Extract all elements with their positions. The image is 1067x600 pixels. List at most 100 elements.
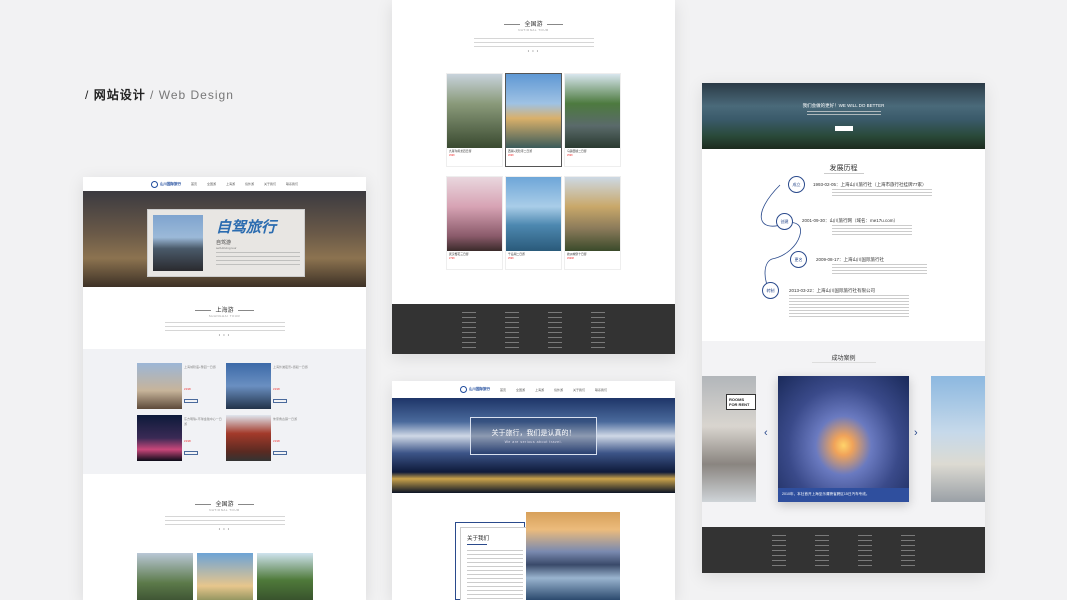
rooms-sign-text: ROOMS FOR RENT xyxy=(729,397,750,407)
left-national-dots: • • • xyxy=(218,526,231,531)
sh-item-4-button[interactable] xyxy=(273,451,287,455)
mid-hero-sub: We are serious about travel. xyxy=(504,440,563,444)
carousel-next-icon[interactable]: › xyxy=(914,427,918,439)
tour-card-2[interactable]: 西湖+灵隐寺二日游 ¥698 xyxy=(505,73,562,167)
left-national-img-1[interactable] xyxy=(137,553,193,600)
tour-card-1[interactable]: 九寨沟黄龙四日游 ¥998 xyxy=(446,73,503,167)
site-logo[interactable]: 山川国际旅行 xyxy=(150,180,181,188)
shanghai-title: 上海游 xyxy=(83,305,366,314)
case-left-image[interactable]: ROOMS FOR RENT xyxy=(702,376,756,502)
mid-nav-shanghai[interactable]: 上海游 xyxy=(535,388,544,392)
right-hero-button[interactable] xyxy=(835,126,853,131)
tour-card-6-price: ¥9998 xyxy=(567,257,574,260)
sh-item-4-image xyxy=(226,415,271,461)
timeline-node-4[interactable]: 转制 xyxy=(762,282,779,299)
sh-item-3-button[interactable] xyxy=(184,451,198,455)
right-hero-desc xyxy=(807,111,881,117)
right-footer-col-3 xyxy=(858,535,872,567)
right-footer xyxy=(702,527,985,573)
banner-desc xyxy=(216,252,300,266)
shanghai-sub: SHANGHAI TOUR xyxy=(208,314,241,318)
timeline-node-1[interactable]: 成立 xyxy=(788,176,805,193)
sh-item-1-price: ¥198 xyxy=(184,387,191,391)
tour-card-3[interactable]: 乌镇西塘二日游 ¥598 xyxy=(564,73,621,167)
right-hero-text: 我们会做的更好！WE WILL DO BETTER xyxy=(802,103,885,108)
tour-card-2-price: ¥698 xyxy=(508,154,514,157)
sh-item-2-button[interactable] xyxy=(273,399,287,403)
sh-item-3-price: ¥198 xyxy=(184,439,191,443)
mid-nav-contact[interactable]: 联系我们 xyxy=(595,388,607,392)
logo-icon xyxy=(150,180,158,188)
case-main-card[interactable]: 2010年，本社首开上海至乐清跨省跨区15日汽车专线。 xyxy=(778,376,909,502)
banner-sub: 自驾游 xyxy=(216,240,232,246)
sh-item-4[interactable]: 朱家角古镇一日游 ¥198 xyxy=(226,415,310,461)
nav-about[interactable]: 关于我们 xyxy=(264,182,276,186)
sh-item-3[interactable]: 东方明珠+环球金融中心一日游 ¥198 xyxy=(137,415,222,461)
carousel-prev-icon[interactable]: ‹ xyxy=(764,427,768,439)
sh-item-3-caption: 东方明珠+环球金融中心一日游 xyxy=(184,417,222,426)
sh-item-3-image xyxy=(137,415,182,461)
sh-item-1[interactable]: 上海城隍庙+豫园一日游 ¥198 xyxy=(137,363,221,409)
footer-col-1 xyxy=(462,312,476,348)
sh-item-2-caption: 上海外滩夜景+游船一日游 xyxy=(273,365,308,369)
tour-card-6[interactable]: 欧洲城堡十日游 ¥9998 xyxy=(564,176,621,270)
sh-item-1-button[interactable] xyxy=(184,399,198,403)
section-heading: / 网站设计 / Web Design xyxy=(85,86,234,103)
cases-title: 成功案例 xyxy=(831,356,856,362)
mid-nav-about[interactable]: 关于我们 xyxy=(573,388,585,392)
right-footer-col-4 xyxy=(901,535,915,567)
left-national-desc xyxy=(164,516,285,526)
sh-item-1-image xyxy=(137,363,182,409)
mid-national-sub: NATIONAL TOUR xyxy=(518,28,549,32)
slash-en: / xyxy=(150,88,159,102)
tour-card-4[interactable]: 武汉樱花三日游 ¥798 xyxy=(446,176,503,270)
about-desc xyxy=(467,550,523,600)
slash: / xyxy=(85,88,90,102)
tour-card-5-image xyxy=(506,177,561,251)
tour-card-3-image xyxy=(565,74,620,148)
timeline-date-4: 2013-03-22：上海山川国际旅行社有限公司 xyxy=(789,288,876,293)
mid-national-desc xyxy=(473,38,594,48)
mid-national-section: 全国游 NATIONAL TOUR • • • xyxy=(392,19,675,53)
left-page-screenshot: 山川国际旅行 首页 全国游 上海游 境外游 关于我们 联系我们 自驾旅行 自驾游… xyxy=(83,177,366,600)
timeline-node-2[interactable]: 创建 xyxy=(776,213,793,230)
case-right-image[interactable] xyxy=(931,376,985,502)
banner-en: self-driving tour xyxy=(216,246,237,250)
nav-national[interactable]: 全国游 xyxy=(207,182,216,186)
nav-home[interactable]: 首页 xyxy=(191,182,197,186)
mid-logo-text: 山川国际旅行 xyxy=(468,387,490,391)
heading-en: Web Design xyxy=(158,88,234,102)
mid-hero-title: 关于旅行，我们是认真的！ xyxy=(491,430,576,437)
history-title: 发展历程 xyxy=(829,165,858,172)
nav-contact[interactable]: 联系我们 xyxy=(286,182,298,186)
shanghai-desc xyxy=(164,322,285,332)
timeline-node-3[interactable]: 更名 xyxy=(790,251,807,268)
mid-nav-abroad[interactable]: 境外游 xyxy=(554,388,563,392)
timeline-desc-1 xyxy=(832,189,932,197)
tour-card-3-price: ¥598 xyxy=(567,154,573,157)
hero-banner: 自驾旅行 自驾游 self-driving tour xyxy=(83,191,366,287)
left-national-img-2[interactable] xyxy=(197,553,253,600)
top-nav: 山川国际旅行 首页 全国游 上海游 境外游 关于我们 联系我们 xyxy=(83,177,366,191)
right-footer-col-2 xyxy=(815,535,829,567)
tour-card-4-price: ¥798 xyxy=(449,257,455,260)
mid-top-footer xyxy=(392,304,675,354)
left-national-img-3[interactable] xyxy=(257,553,313,600)
tour-card-5-price: ¥598 xyxy=(508,257,514,260)
right-footer-col-1 xyxy=(772,535,786,567)
timeline-desc-2 xyxy=(832,225,912,237)
nav-shanghai[interactable]: 上海游 xyxy=(226,182,235,186)
tour-card-5[interactable]: 千岛湖二日游 ¥598 xyxy=(505,176,562,270)
mid-nav-home[interactable]: 首页 xyxy=(500,388,506,392)
timeline-date-3: 2009-08-17：上海山川国际旅行社 xyxy=(816,257,885,262)
mid-top-nav: 山川国际旅行 首页 全国游 上海游 境外游 关于我们 联系我们 xyxy=(392,381,675,398)
mid-nav-national[interactable]: 全国游 xyxy=(516,388,525,392)
logo-text: 山川国际旅行 xyxy=(159,181,181,186)
shanghai-dots: • • • xyxy=(218,332,231,337)
nav-abroad[interactable]: 境外游 xyxy=(245,182,254,186)
mid-site-logo[interactable]: 山川国际旅行 xyxy=(459,386,490,393)
cases-sub xyxy=(812,362,876,363)
mid-hero-box: 关于旅行，我们是认真的！ We are serious about travel… xyxy=(470,417,597,455)
sh-item-2[interactable]: 上海外滩夜景+游船一日游 ¥198 xyxy=(226,363,310,409)
tour-card-1-image xyxy=(447,74,502,148)
